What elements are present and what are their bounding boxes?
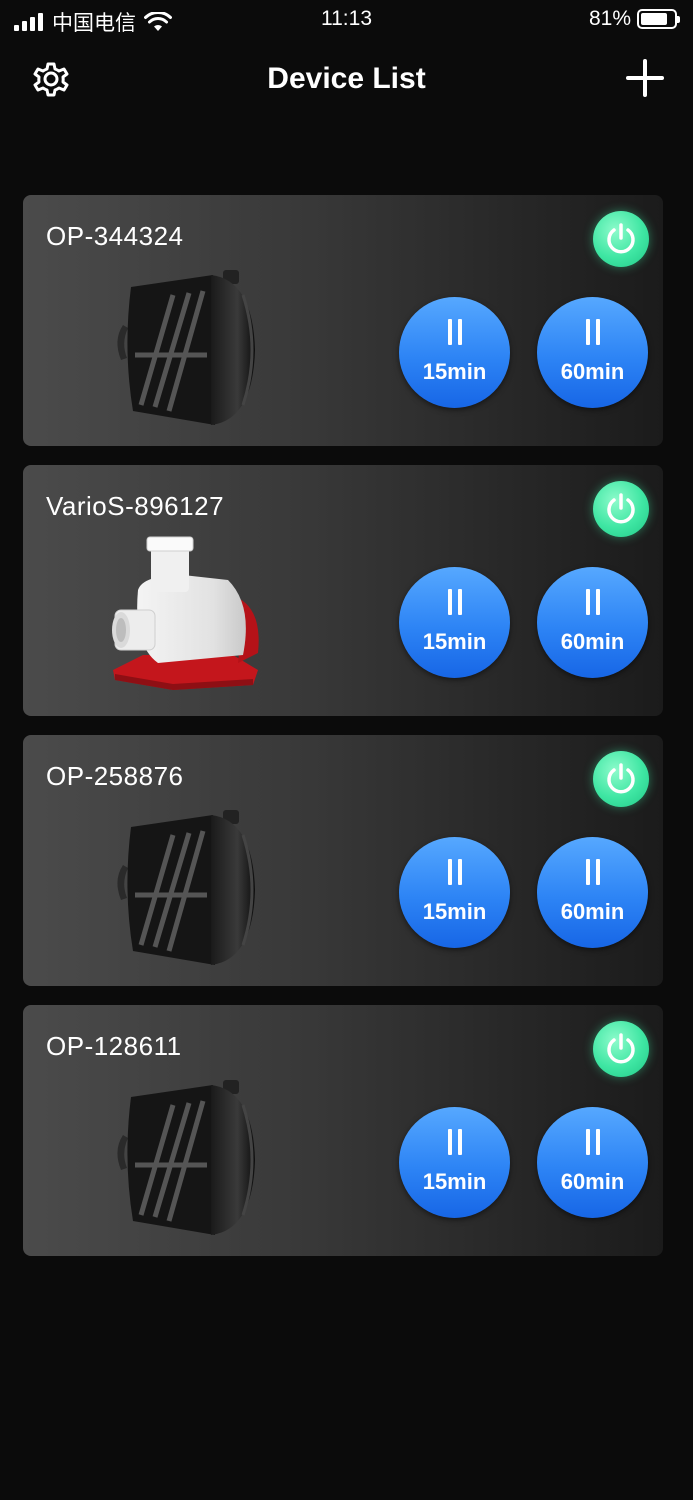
- pause-60min-button[interactable]: 60min: [537, 297, 648, 408]
- device-name: OP-344324: [46, 221, 184, 251]
- power-icon: [607, 223, 635, 254]
- pause-icon: [445, 859, 465, 885]
- device-card[interactable]: OP-258876 15min 60min: [23, 735, 663, 986]
- power-icon: [607, 1033, 635, 1064]
- pause-icon: [583, 319, 603, 345]
- timer-label: 60min: [560, 629, 625, 654]
- power-button[interactable]: [593, 751, 649, 807]
- battery-icon: [637, 9, 680, 29]
- pause-15min-button[interactable]: 15min: [399, 567, 510, 678]
- timer-label: 15min: [422, 359, 487, 384]
- timer-label: 60min: [560, 1169, 625, 1194]
- power-button[interactable]: [593, 211, 649, 267]
- pause-15min-button[interactable]: 15min: [399, 837, 510, 948]
- pause-60min-button[interactable]: 60min: [537, 1107, 648, 1218]
- page-title: Device List: [267, 62, 426, 95]
- nav-bar: Device List: [0, 50, 693, 110]
- timer-label: 15min: [422, 1169, 487, 1194]
- wave-pump-image: [117, 1080, 255, 1235]
- pause-icon: [583, 589, 603, 615]
- plus-icon[interactable]: [623, 56, 667, 100]
- device-card[interactable]: OP-128611 15min 60min: [23, 1005, 663, 1256]
- power-icon: [607, 763, 635, 794]
- pause-icon: [583, 1129, 603, 1155]
- timer-label: 15min: [422, 899, 487, 924]
- status-bar: 中国电信 11:13 81%: [0, 0, 693, 40]
- pause-15min-button[interactable]: 15min: [399, 1107, 510, 1218]
- pause-icon: [445, 319, 465, 345]
- timer-label: 60min: [560, 359, 625, 384]
- timer-label: 60min: [560, 899, 625, 924]
- power-icon: [607, 493, 635, 524]
- power-button[interactable]: [593, 481, 649, 537]
- power-button[interactable]: [593, 1021, 649, 1077]
- pause-icon: [445, 589, 465, 615]
- pause-60min-button[interactable]: 60min: [537, 567, 648, 678]
- device-name: VarioS-896127: [46, 491, 225, 521]
- wave-pump-image: [117, 810, 255, 965]
- pause-icon: [445, 1129, 465, 1155]
- device-card[interactable]: VarioS-896127 15min 60min: [23, 465, 663, 716]
- device-list: OP-344324 15min 60min VarioS-896127 15mi…: [23, 195, 663, 1275]
- wave-pump-image: [117, 270, 255, 425]
- pause-60min-button[interactable]: 60min: [537, 837, 648, 948]
- battery-percent: 81%: [588, 7, 631, 30]
- return-pump-image: [112, 536, 259, 690]
- status-right: 81%: [588, 7, 680, 31]
- pause-15min-button[interactable]: 15min: [399, 297, 510, 408]
- device-card[interactable]: OP-344324 15min 60min: [23, 195, 663, 446]
- timer-label: 15min: [422, 629, 487, 654]
- battery-fill: [641, 13, 667, 25]
- screen: 中国电信 11:13 81% Device List OP-344324 15m…: [0, 0, 693, 1500]
- device-name: OP-258876: [46, 761, 184, 791]
- pause-icon: [583, 859, 603, 885]
- device-name: OP-128611: [46, 1031, 182, 1061]
